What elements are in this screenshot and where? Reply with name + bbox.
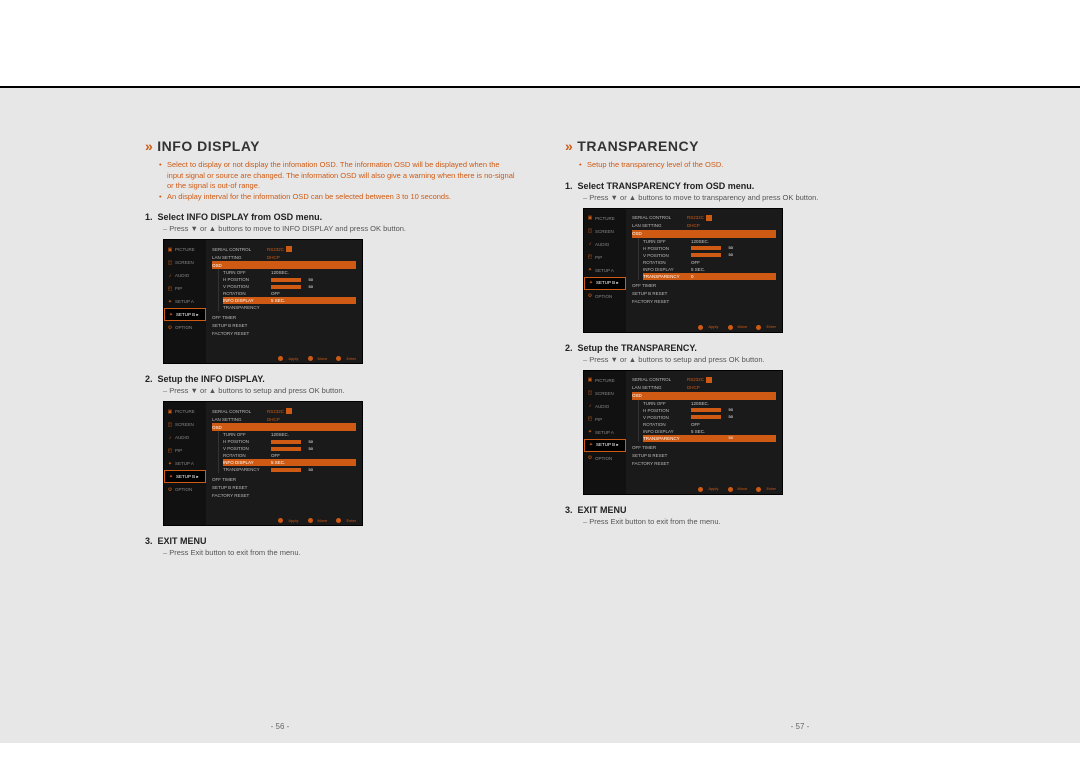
intro-bullets: Select to display or not display the inf… [159,160,515,202]
osd-row: ROTATIONOFF [223,290,356,297]
section-title-transparency: »TRANSPARENCY [565,138,935,154]
step-1-heading: 1. Select INFO DISPLAY from OSD menu. [145,212,515,222]
osd-side-picture: ▣PICTURE [164,405,206,418]
page-56: »INFO DISPLAY Select to display or not d… [20,88,540,743]
pip-icon: ◰ [167,286,173,292]
intro-bullets: Setup the transparency level of the OSD. [579,160,935,171]
page-number: - 57 - [540,722,1060,731]
osd-sidebar: ▣PICTURE ◫SCREEN ♪AUDIO ◰PIP ✦SETUP A ✦S… [164,402,206,525]
osd-menu-screenshot: ▣PICTURE ◫SCREEN ♪AUDIO ◰PIP ✦SETUP A ✦S… [163,401,363,526]
bullet-item: Setup the transparency level of the OSD. [579,160,935,171]
picture-icon: ▣ [167,247,173,253]
osd-menu-screenshot: ▣PICTURE ◫SCREEN ♪AUDIO ◰PIP ✦SETUP A ✦S… [583,370,783,495]
osd-side-option: ⚙OPTION [164,483,206,496]
step-1-sub: Press ▼ or ▲ buttons to move to INFO DIS… [163,224,515,233]
osd-row: SERIAL CONTROLRS232C [212,245,356,253]
osd-side-pip: ◰PIP [164,282,206,295]
step-3-sub: Press Exit button to exit from the menu. [163,548,515,557]
title-text: TRANSPARENCY [577,138,699,154]
osd-subgroup: TURN OFF120SEC. H POSITION V POSITION RO… [218,269,356,311]
step-3-sub: Press Exit button to exit from the menu. [583,517,935,526]
osd-row: H POSITION [223,276,356,283]
bullet-item: Select to display or not display the inf… [159,160,515,192]
page-number: - 56 - [20,722,540,731]
osd-side-picture: ▣PICTURE [164,243,206,256]
osd-sidebar: ▣PICTURE ◫SCREEN ♪AUDIO ◰PIP ✦SETUP A ✦S… [164,240,206,363]
page-spread: »INFO DISPLAY Select to display or not d… [0,88,1080,743]
osd-side-setupa: ✦SETUP A [164,457,206,470]
osd-main: SERIAL CONTROLRS232C LAN SETTINGDHCP OSD… [206,402,362,525]
osd-menu-screenshot: ▣PICTURE ◫SCREEN ♪AUDIO ◰PIP ✦SETUP A ✦S… [583,208,783,333]
page-57: »TRANSPARENCY Setup the transparency lev… [540,88,1060,743]
osd-row: SETUP B RESET [212,321,356,329]
step-2-heading: 2. Setup the INFO DISPLAY. [145,374,515,384]
osd-row: TRANSPARENCY [223,304,356,311]
chevron-icon: » [145,138,153,154]
osd-row: TURN OFF120SEC. [223,269,356,276]
setupb-icon: ✦ [168,312,174,318]
step-2-sub: Press ▼ or ▲ buttons to setup and press … [163,386,515,395]
osd-menu-screenshot: ▣PICTURE ◫SCREEN ♪AUDIO ◰PIP ✦SETUP A ✦S… [163,239,363,364]
step-2-sub: Press ▼ or ▲ buttons to setup and press … [583,355,935,364]
osd-main: SERIAL CONTROLRS232C LAN SETTINGDHCP OSD… [206,240,362,363]
option-icon: ⚙ [167,325,173,331]
bullet-item: An display interval for the information … [159,192,515,203]
step-3-heading: 3. EXIT MENU [145,536,515,546]
top-margin [0,0,1080,88]
osd-side-audio: ♪AUDIO [164,269,206,282]
osd-side-setupb: ✦SETUP B ▸ [164,308,206,321]
osd-row-osd: OSD [212,261,356,269]
osd-row-infodisplay: INFO DISPLAY5 SEC. [223,297,356,304]
osd-side-setupb: ✦SETUP B ▸ [164,470,206,483]
osd-row: FACTORY RESET [212,329,356,337]
osd-footer: Apply Move Enter [270,356,356,361]
step-2-heading: 2. Setup the TRANSPARENCY. [565,343,935,353]
osd-row: LAN SETTINGDHCP [212,253,356,261]
osd-row: V POSITION [223,283,356,290]
setupa-icon: ✦ [167,299,173,305]
osd-side-screen: ◫SCREEN [164,256,206,269]
osd-side-setupa: ✦SETUP A [164,295,206,308]
step-1-sub: Press ▼ or ▲ buttons to move to transpar… [583,193,935,202]
screen-icon: ◫ [167,260,173,266]
osd-side-screen: ◫SCREEN [164,418,206,431]
osd-side-audio: ♪AUDIO [164,431,206,444]
osd-side-option: ⚙OPTION [164,321,206,334]
chevron-icon: » [565,138,573,154]
audio-icon: ♪ [167,273,173,279]
step-3-heading: 3. EXIT MENU [565,505,935,515]
step-1-heading: 1. Select TRANSPARENCY from OSD menu. [565,181,935,191]
title-text: INFO DISPLAY [157,138,260,154]
osd-side-pip: ◰PIP [164,444,206,457]
osd-row: OFF TIMER [212,313,356,321]
section-title-info-display: »INFO DISPLAY [145,138,515,154]
